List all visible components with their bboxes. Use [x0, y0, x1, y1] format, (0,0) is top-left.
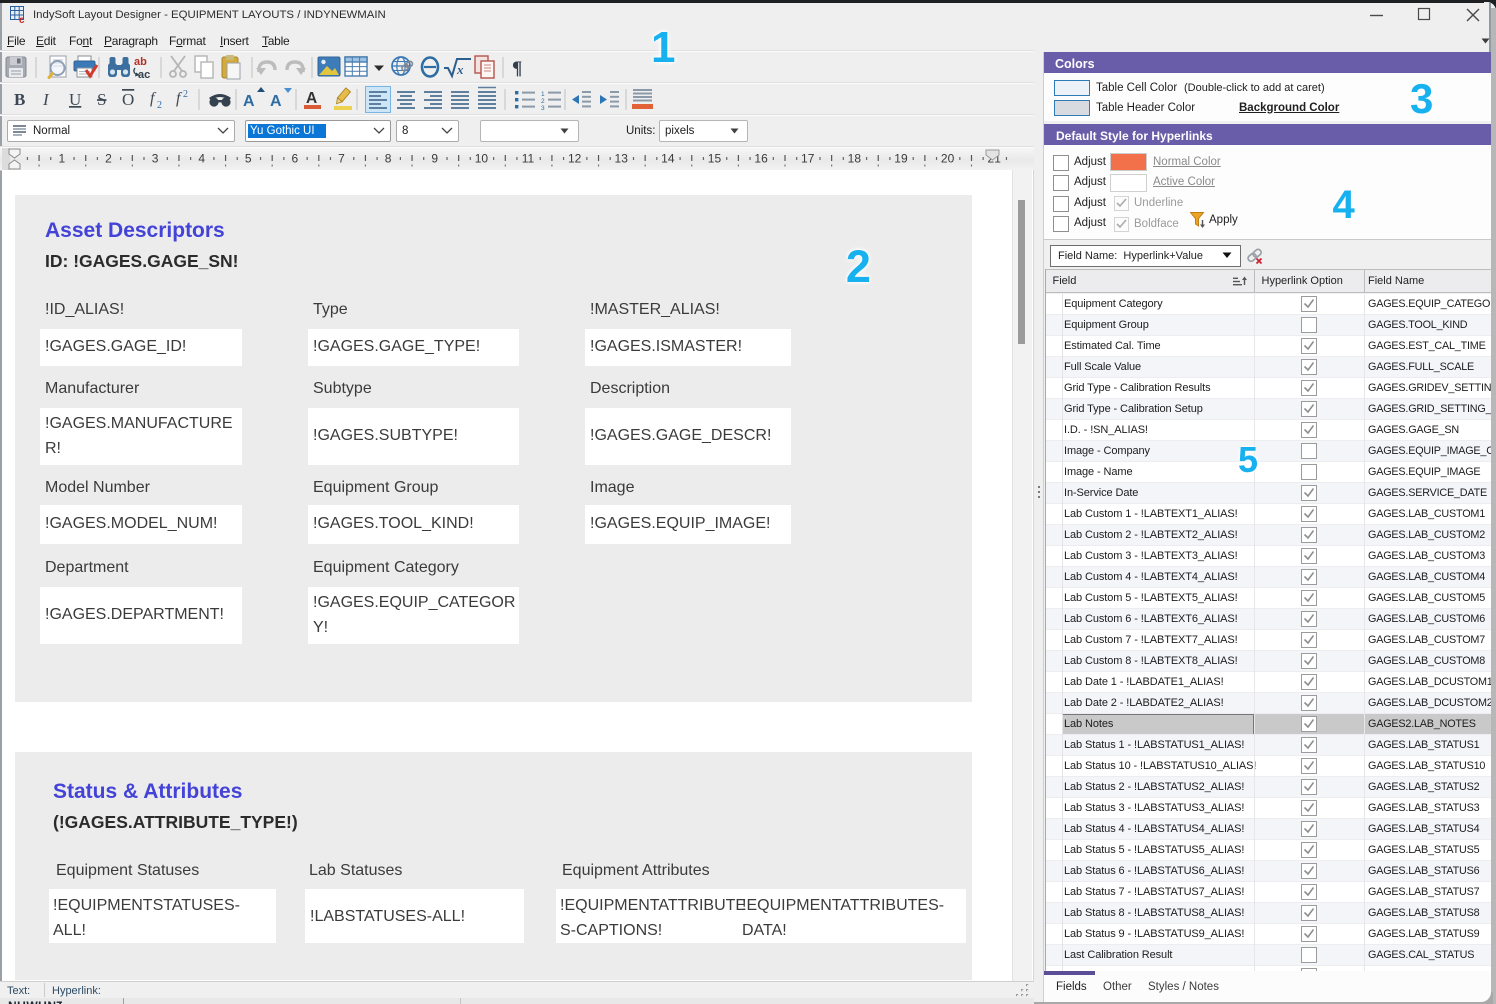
svg-text:7: 7	[338, 152, 345, 166]
svg-text:I: I	[42, 90, 50, 109]
svg-text:1: 1	[541, 91, 545, 98]
svg-text:2: 2	[105, 152, 112, 166]
svg-text:1: 1	[58, 152, 65, 166]
svg-text:17: 17	[801, 152, 815, 166]
svg-text:4: 4	[198, 152, 205, 166]
svg-text:19: 19	[894, 152, 908, 166]
svg-text:3: 3	[541, 105, 545, 112]
svg-text:2: 2	[541, 98, 545, 105]
svg-text:10: 10	[475, 152, 489, 166]
svg-text:15: 15	[708, 152, 722, 166]
svg-text:O: O	[122, 90, 134, 109]
svg-text:11: 11	[522, 152, 535, 166]
svg-text:A: A	[243, 93, 255, 110]
svg-text:13: 13	[615, 152, 629, 166]
svg-text:16: 16	[754, 152, 768, 166]
svg-text:2: 2	[157, 100, 162, 111]
svg-text:9: 9	[431, 152, 438, 166]
svg-text:14: 14	[661, 152, 675, 166]
svg-text:12: 12	[568, 152, 582, 166]
svg-text:18: 18	[848, 152, 862, 166]
svg-text:U: U	[69, 90, 81, 109]
svg-text:3: 3	[152, 152, 159, 166]
svg-text:c: c	[19, 15, 25, 23]
svg-text:x: x	[456, 62, 464, 77]
svg-text:A: A	[306, 90, 317, 107]
svg-text:5: 5	[245, 152, 252, 166]
svg-text:f: f	[176, 90, 183, 107]
svg-text:20: 20	[941, 152, 955, 166]
svg-text:ab: ab	[134, 56, 147, 68]
svg-text:B: B	[14, 90, 25, 109]
svg-text:f: f	[150, 90, 157, 107]
svg-text:S: S	[97, 90, 106, 109]
svg-text:8: 8	[385, 152, 392, 166]
svg-text:¶: ¶	[512, 58, 522, 79]
svg-text:6: 6	[292, 152, 299, 166]
svg-text:A: A	[270, 93, 282, 110]
svg-text:2: 2	[183, 89, 188, 100]
